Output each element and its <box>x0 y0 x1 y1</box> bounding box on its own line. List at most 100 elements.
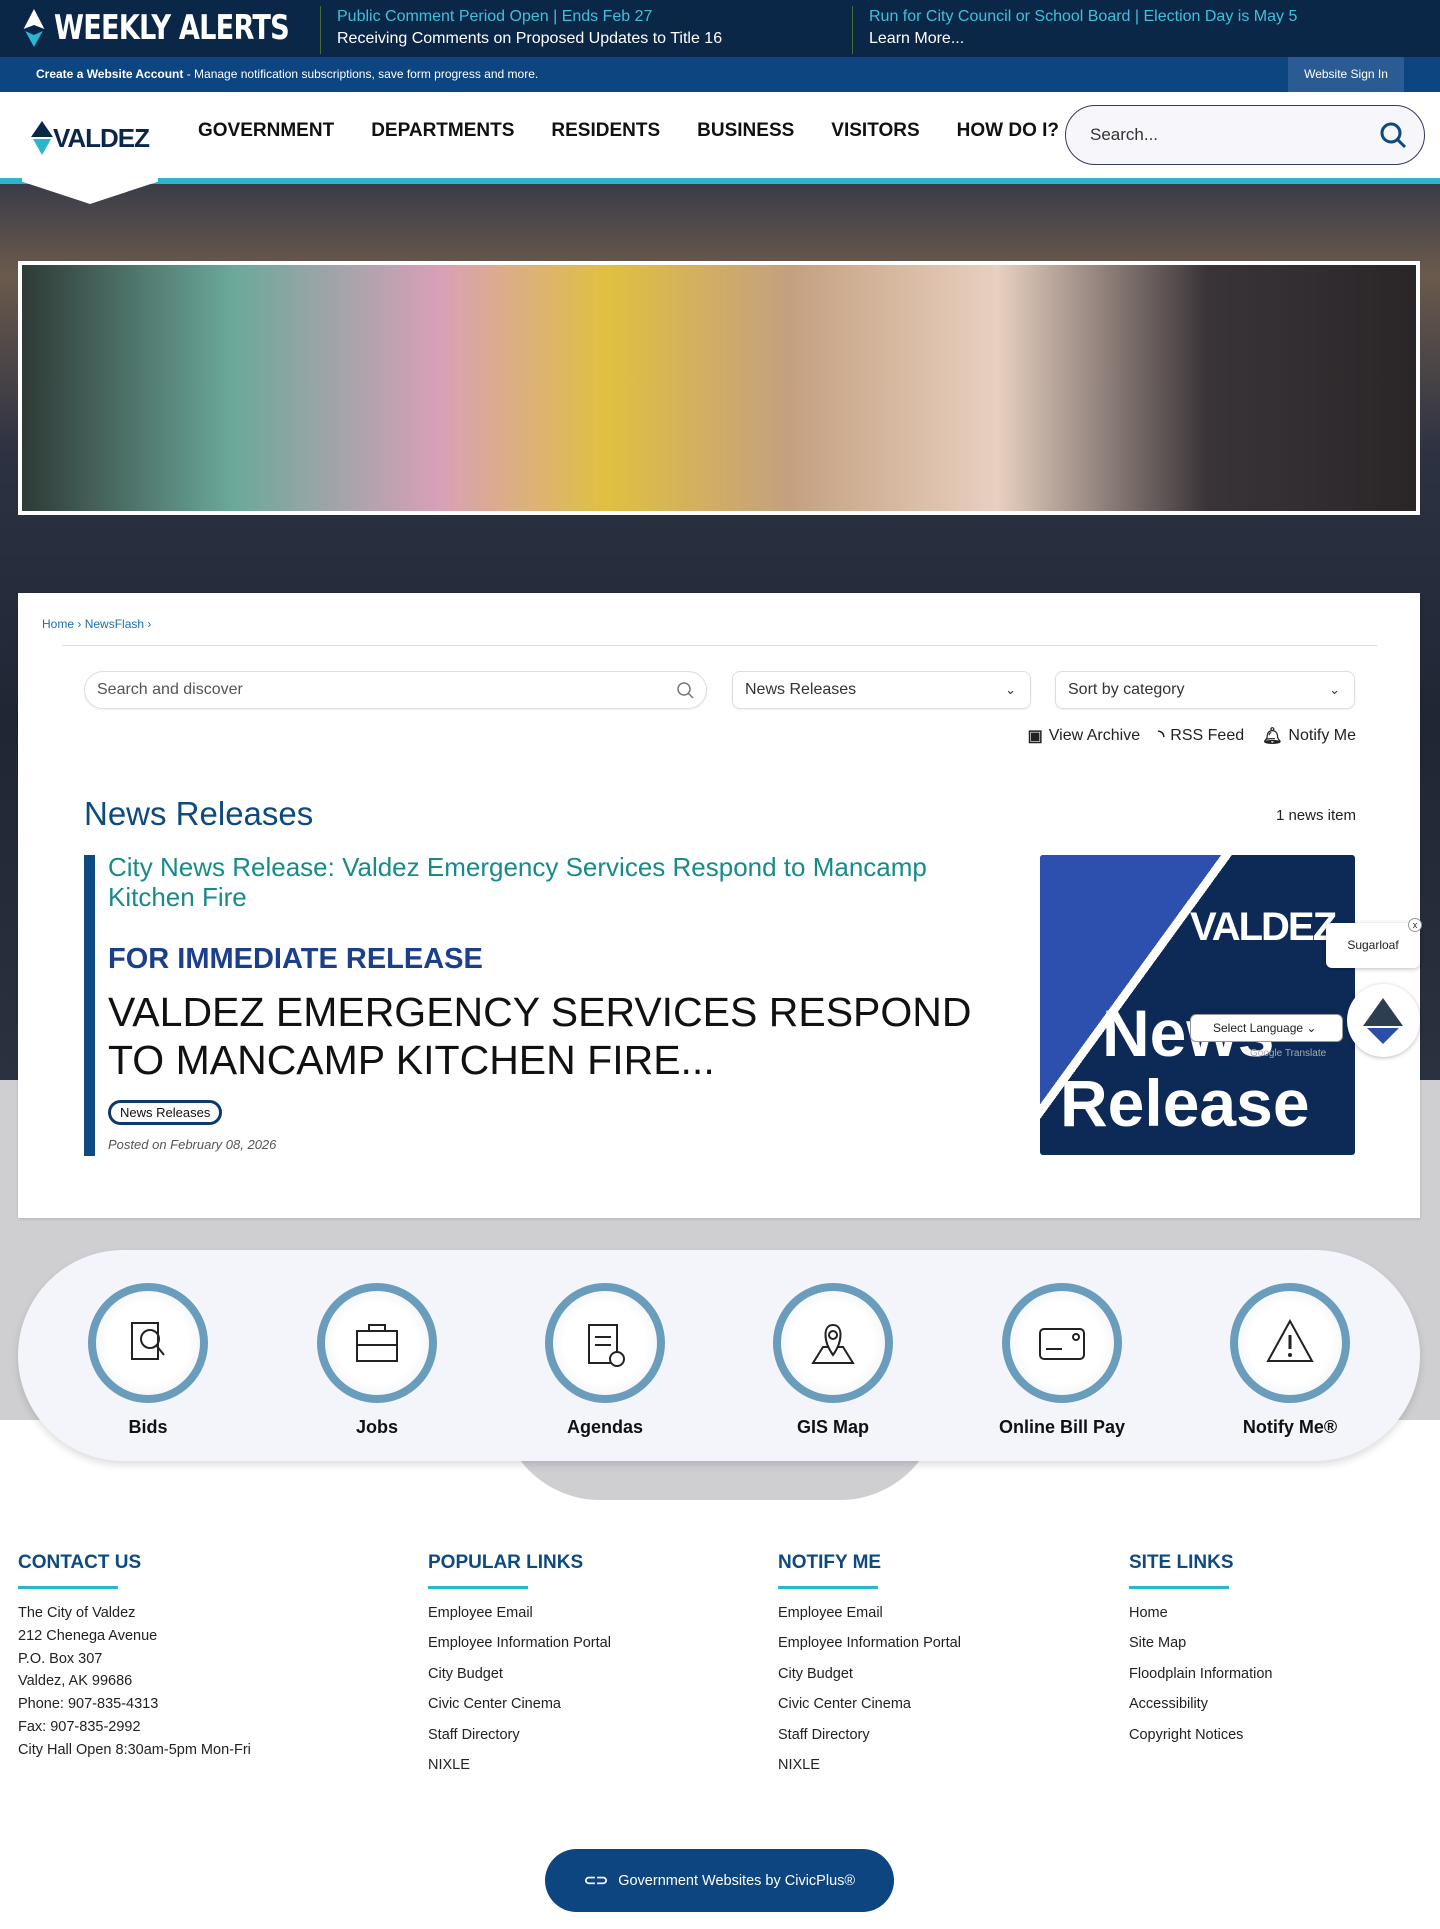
news-search-input[interactable]: Search and discover <box>84 671 707 709</box>
floating-logo-button[interactable] <box>1347 984 1420 1057</box>
nav-how-do-i[interactable]: HOW DO I? <box>957 120 1059 142</box>
notify-me-link[interactable]: 🔔︎ Notify Me <box>1262 726 1356 746</box>
close-icon[interactable]: x <box>1408 918 1422 932</box>
search-icon[interactable] <box>676 681 694 699</box>
footer-link[interactable]: Accessibility <box>1129 1696 1272 1726</box>
category-tag[interactable]: News Releases <box>108 1100 223 1125</box>
footer-link[interactable]: Floodplain Information <box>1129 1666 1272 1696</box>
divider <box>62 645 1377 646</box>
footer-notify-me: NOTIFY ME Employee Email Employee Informat… <box>778 1552 961 1787</box>
news-count: 1 news item <box>1275 807 1356 824</box>
quick-link-jobs[interactable]: Jobs <box>297 1283 457 1438</box>
contact-line: Fax: 907-835-2992 <box>18 1718 141 1735</box>
nav-departments[interactable]: DEPARTMENTS <box>371 120 514 142</box>
language-select[interactable]: Select Language ⌄ <box>1190 1014 1343 1042</box>
quick-link-circle <box>1230 1283 1350 1403</box>
quick-link-agendas[interactable]: Agendas <box>525 1283 685 1438</box>
news-summary: VALDEZ EMERGENCY SERVICES RESPOND TO MAN… <box>108 989 972 1083</box>
contact-line: 212 Chenega Avenue <box>18 1627 158 1644</box>
footer-link[interactable]: City Budget <box>778 1666 961 1696</box>
footer-link[interactable]: City Budget <box>428 1666 611 1696</box>
search-icon[interactable] <box>1378 120 1408 150</box>
footer-link[interactable]: Employee Email <box>428 1605 611 1635</box>
language-value: Select Language <box>1213 1021 1304 1035</box>
quick-link-circle <box>88 1283 208 1403</box>
site-search-input[interactable]: Search... <box>1065 105 1425 165</box>
account-desc: - Manage notification subscriptions, sav… <box>183 67 539 81</box>
weather-widget[interactable]: Sugarloaf <box>1326 923 1420 968</box>
quick-link-bids[interactable]: Bids <box>68 1283 228 1438</box>
contact-line: The City of Valdez <box>18 1605 136 1621</box>
sign-in-button[interactable]: Website Sign In <box>1288 57 1404 92</box>
rss-icon: ◝ <box>1158 728 1165 745</box>
heading-underline <box>778 1586 878 1589</box>
contact-line: City Hall Open 8:30am-5pm Mon-Fri <box>18 1741 251 1758</box>
footer-link[interactable]: NIXLE <box>778 1757 961 1787</box>
valdez-mark-icon <box>30 121 53 155</box>
quick-link-label: Online Bill Pay <box>998 1417 1126 1437</box>
alert-item[interactable]: Public Comment Period Open | Ends Feb 27… <box>320 6 722 54</box>
news-item-title-link[interactable]: City News Release: Valdez Emergency Serv… <box>108 852 988 912</box>
contact-line: Phone: 907-835-4313 <box>18 1696 159 1713</box>
hero-banner-image <box>18 261 1420 515</box>
footer-link[interactable]: Employee Email <box>778 1605 961 1635</box>
quick-link-notify-me-[interactable]: Notify Me® <box>1210 1283 1370 1438</box>
footer-heading: CONTACT US <box>18 1552 142 1573</box>
breadcrumb-newsflash[interactable]: NewsFlash <box>85 617 144 631</box>
quick-link-gis-map[interactable]: GIS Map <box>753 1283 913 1438</box>
quick-link-circle <box>773 1283 893 1403</box>
news-subhead: FOR IMMEDIATE RELEASE <box>108 943 483 975</box>
nav-government[interactable]: GOVERNMENT <box>198 120 334 142</box>
quick-link-circle <box>1002 1283 1122 1403</box>
footer-link[interactable]: Employee Information Portal <box>428 1635 611 1665</box>
footer-contact: CONTACT US The City of Valdez 212 Chenega … <box>18 1552 251 1765</box>
nav-residents[interactable]: RESIDENTS <box>551 120 660 142</box>
breadcrumb-home[interactable]: Home <box>42 617 74 631</box>
footer-heading: NOTIFY ME <box>778 1552 882 1573</box>
footer-link[interactable]: Copyright Notices <box>1129 1727 1272 1757</box>
quick-link-online-bill-pay[interactable]: Online Bill Pay <box>982 1283 1142 1438</box>
category-select[interactable]: News Releases ⌄ <box>732 671 1031 709</box>
heading-underline <box>18 1586 118 1589</box>
quick-link-label: Jobs <box>355 1417 398 1437</box>
quick-link-circle <box>317 1283 437 1403</box>
page-title: News Releases <box>84 795 314 832</box>
quick-link-label: Agendas <box>566 1417 644 1437</box>
footer-link[interactable]: Employee Information Portal <box>778 1635 961 1665</box>
chevron-down-icon: ⌄ <box>1329 682 1340 697</box>
card-icon <box>1039 1328 1085 1360</box>
footer-link[interactable]: Site Map <box>1129 1635 1272 1665</box>
civicplus-label: Government Websites by CivicPlus® <box>618 1872 856 1889</box>
google-translate-label: Google Translate <box>1250 1048 1327 1059</box>
alert-title[interactable]: Public Comment Period Open | Ends Feb 27 <box>337 6 722 28</box>
nav-visitors[interactable]: VISITORS <box>831 120 919 142</box>
footer-link[interactable]: Staff Directory <box>778 1727 961 1757</box>
footer-link[interactable]: Home <box>1129 1605 1272 1635</box>
search-placeholder: Search and discover <box>97 681 243 698</box>
civicplus-button[interactable]: ⊂⊃ Government Websites by CivicPlus® <box>545 1849 894 1912</box>
rss-feed-link[interactable]: ◝ RSS Feed <box>1158 726 1244 746</box>
alert-text: Receiving Comments on Proposed Updates t… <box>337 30 723 47</box>
alert-item[interactable]: Run for City Council or School Board | E… <box>852 6 1297 54</box>
category-value: News Releases <box>745 681 857 698</box>
footer-link[interactable]: Staff Directory <box>428 1727 611 1757</box>
nav-business[interactable]: BUSINESS <box>697 120 794 142</box>
quick-link-label: Notify Me® <box>1242 1417 1338 1437</box>
sort-select[interactable]: Sort by category ⌄ <box>1055 671 1355 709</box>
footer-link[interactable]: NIXLE <box>428 1757 611 1787</box>
search-placeholder: Search... <box>1090 125 1159 144</box>
news-actions: ▣ View Archive ◝ RSS Feed 🔔︎ Notify Me <box>1028 726 1356 746</box>
alert-text[interactable]: Learn More... <box>869 28 1297 50</box>
alert-icon <box>1266 1318 1314 1362</box>
news-item-image[interactable]: VALDEZ News Release <box>1040 855 1355 1155</box>
site-logo[interactable]: VALDEZ <box>22 92 158 204</box>
create-account-link[interactable]: Create a Website Account <box>36 67 183 81</box>
logo-text: VALDEZ <box>52 122 150 153</box>
alert-title[interactable]: Run for City Council or School Board | E… <box>869 6 1297 28</box>
footer-link[interactable]: Civic Center Cinema <box>778 1696 961 1726</box>
quick-link-label: GIS Map <box>796 1417 869 1437</box>
view-archive-link[interactable]: ▣ View Archive <box>1028 726 1140 746</box>
quick-link-label: Bids <box>128 1417 168 1437</box>
footer-site-links: SITE LINKS Home Site Map Floodplain Informa… <box>1129 1552 1272 1757</box>
footer-link[interactable]: Civic Center Cinema <box>428 1696 611 1726</box>
